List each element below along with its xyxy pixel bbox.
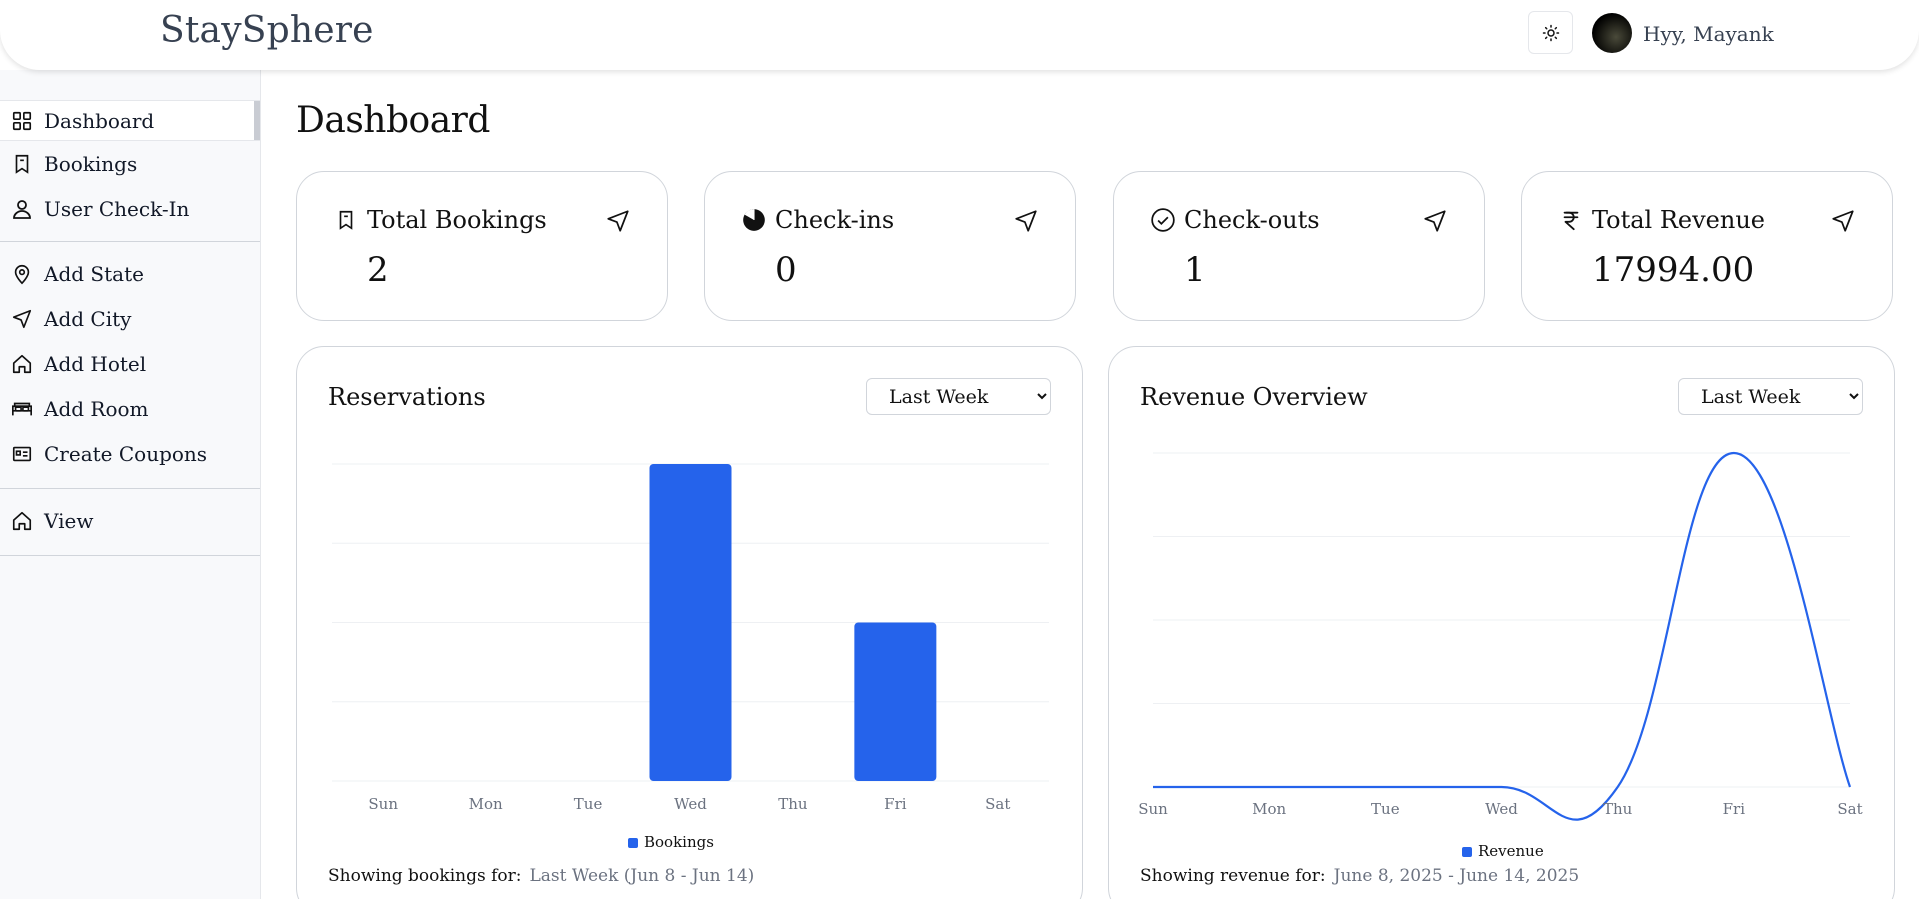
- sidebar-item-create-coupons[interactable]: Create Coupons: [0, 431, 260, 476]
- send-icon: [10, 307, 34, 331]
- sidebar-item-bookings[interactable]: Bookings: [0, 141, 260, 186]
- sidebar: Dashboard Bookings User Check-In Add Sta…: [0, 70, 261, 899]
- stat-card-total-revenue[interactable]: Total Revenue 17994.00: [1521, 171, 1893, 321]
- footer-label: Showing revenue for:: [1140, 866, 1326, 886]
- sidebar-group-main: Dashboard Bookings User Check-In: [0, 100, 260, 242]
- sidebar-item-add-room[interactable]: Add Room: [0, 386, 260, 431]
- sidebar-item-label: Add State: [44, 261, 144, 286]
- x-tick-label: Wed: [1485, 800, 1518, 818]
- sidebar-item-label: Bookings: [44, 151, 138, 176]
- send-icon[interactable]: [1830, 208, 1856, 234]
- stat-label: Total Revenue: [1592, 206, 1766, 234]
- sidebar-group-view: View: [0, 489, 260, 556]
- x-tick-label: Mon: [469, 795, 503, 813]
- revenue-series-line: [1152, 451, 1852, 821]
- revenue-footer: Showing revenue for: June 8, 2025 - June …: [1140, 866, 1579, 886]
- bookmark-icon: [10, 152, 34, 176]
- check-circle-icon: [1150, 207, 1176, 233]
- x-tick-label: Thu: [778, 795, 808, 813]
- stat-card-total-bookings[interactable]: Total Bookings 2: [296, 171, 668, 321]
- map-pin-icon: [10, 262, 34, 286]
- sidebar-item-add-state[interactable]: Add State: [0, 251, 260, 296]
- send-icon[interactable]: [1013, 208, 1039, 234]
- sidebar-item-label: View: [44, 508, 94, 533]
- home-icon: [10, 509, 34, 533]
- x-tick-label: Fri: [1723, 800, 1746, 818]
- stat-value: 17994.00: [1592, 250, 1755, 290]
- stat-card-header: Total Revenue: [1558, 206, 1765, 234]
- sun-icon: [1542, 24, 1559, 41]
- user-icon: [10, 197, 34, 221]
- avatar[interactable]: [1592, 13, 1632, 53]
- id-card-icon: [10, 442, 34, 466]
- footer-range: Last Week (Jun 8 - Jun 14): [529, 866, 755, 886]
- stat-label: Check-ins: [775, 206, 895, 234]
- legend-label: Bookings: [644, 833, 714, 851]
- legend-swatch: [1462, 847, 1472, 857]
- send-icon[interactable]: [1422, 208, 1448, 234]
- revenue-line-chart: Sun Mon Tue Wed Thu Fri Sat Revenue: [1138, 451, 1863, 857]
- sidebar-item-label: Create Coupons: [44, 441, 208, 466]
- top-header: StaySphere Hyy, Mayank: [0, 0, 1919, 70]
- stat-value: 1: [1184, 250, 1206, 290]
- sidebar-item-user-check-in[interactable]: User Check-In: [0, 186, 260, 231]
- sidebar-group-manage: Add State Add City Add Hotel Add Room Cr…: [0, 242, 260, 489]
- page-title: Dashboard: [296, 100, 490, 141]
- bookmark-icon: [333, 207, 359, 233]
- sidebar-item-label: Add Hotel: [44, 351, 147, 376]
- x-tick-label: Thu: [1603, 800, 1633, 818]
- send-icon[interactable]: [605, 208, 631, 234]
- reservations-panel: Reservations Last Week Sun Mon Tue Wed Thu Fr…: [296, 346, 1083, 899]
- sidebar-item-dashboard[interactable]: Dashboard: [0, 100, 260, 141]
- legend-swatch: [628, 838, 638, 848]
- sidebar-item-label: User Check-In: [44, 196, 190, 221]
- bed-icon: [10, 397, 34, 421]
- stat-label: Check-outs: [1184, 206, 1320, 234]
- grid-icon: [10, 109, 34, 133]
- home-icon: [10, 352, 34, 376]
- x-tick-label: Sat: [1837, 800, 1862, 818]
- user-greeting[interactable]: Hyy, Mayank: [1643, 22, 1774, 46]
- x-tick-label: Sun: [368, 795, 398, 813]
- x-tick-label: Wed: [674, 795, 707, 813]
- reservations-bar-chart: Sun Mon Tue Wed Thu Fri Sat Bookings: [332, 463, 1049, 851]
- x-tick-label: Tue: [1371, 800, 1400, 818]
- stat-value: 2: [367, 250, 389, 290]
- sidebar-item-label: Add City: [44, 306, 132, 331]
- sidebar-item-label: Dashboard: [44, 108, 155, 133]
- footer-label: Showing bookings for:: [328, 866, 522, 886]
- footer-range: June 8, 2025 - June 14, 2025: [1333, 866, 1580, 886]
- x-tick-label: Fri: [884, 795, 907, 813]
- x-tick-label: Tue: [574, 795, 603, 813]
- stat-card-header: Check-ins: [741, 206, 894, 234]
- stat-card-header: Check-outs: [1150, 206, 1320, 234]
- theme-toggle-button[interactable]: [1528, 11, 1573, 54]
- rupee-icon: [1558, 207, 1584, 233]
- bar: [854, 622, 937, 781]
- x-tick-label: Mon: [1252, 800, 1286, 818]
- sidebar-item-view[interactable]: View: [0, 498, 260, 543]
- sidebar-item-add-hotel[interactable]: Add Hotel: [0, 341, 260, 386]
- x-tick-label: Sun: [1138, 800, 1168, 818]
- stat-card-check-outs[interactable]: Check-outs 1: [1113, 171, 1485, 321]
- brand-logo-text[interactable]: StaySphere: [160, 10, 374, 51]
- x-tick-label: Sat: [985, 795, 1010, 813]
- stat-card-header: Total Bookings: [333, 206, 547, 234]
- stat-value: 0: [775, 250, 797, 290]
- legend-label: Revenue: [1478, 842, 1544, 857]
- stat-label: Total Bookings: [367, 206, 547, 234]
- pie-icon: [741, 207, 767, 233]
- stat-card-check-ins[interactable]: Check-ins 0: [704, 171, 1076, 321]
- sidebar-item-label: Add Room: [44, 396, 149, 421]
- bar: [649, 464, 732, 781]
- reservations-footer: Showing bookings for: Last Week (Jun 8 - …: [328, 866, 754, 886]
- revenue-panel: Revenue Overview Last Week Sun Mon Tue Wed T…: [1108, 346, 1895, 899]
- sidebar-item-add-city[interactable]: Add City: [0, 296, 260, 341]
